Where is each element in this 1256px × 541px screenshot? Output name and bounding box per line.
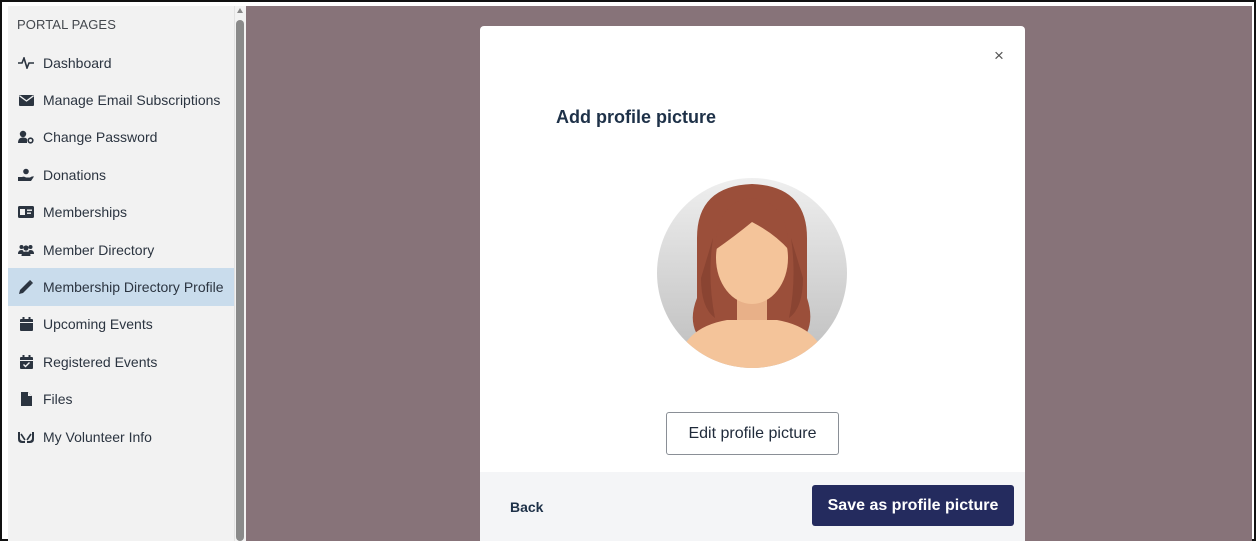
heartbeat-icon [18,55,34,71]
sidebar-item-label: Membership Directory Profile [43,279,224,296]
sidebar-item-files[interactable]: Files [8,381,234,418]
edit-profile-picture-button[interactable]: Edit profile picture [666,412,839,455]
sidebar-item-dashboard[interactable]: Dashboard [8,44,234,81]
back-link[interactable]: Back [510,499,543,515]
sidebar-scrollbar[interactable] [234,6,246,541]
sidebar-item-change-password[interactable]: Change Password [8,119,234,156]
sidebar-item-label: My Volunteer Info [43,428,152,445]
close-button[interactable]: × [989,46,1009,66]
sidebar-item-volunteer-info[interactable]: My Volunteer Info [8,418,234,455]
sidebar-item-label: Files [43,391,73,408]
sidebar-item-email-subscriptions[interactable]: Manage Email Subscriptions [8,81,234,118]
add-profile-picture-dialog: × Add profile picture Edit profile pictu… [480,26,1025,541]
calendar-icon [18,316,34,332]
sidebar-item-label: Memberships [43,204,128,221]
user-key-icon [18,129,34,145]
default-avatar-icon [657,178,847,368]
sidebar-item-memberships[interactable]: Memberships [8,194,234,231]
sidebar-item-label: Dashboard [43,54,112,71]
sidebar-item-registered-events[interactable]: Registered Events [8,343,234,380]
sidebar-item-membership-directory-profile[interactable]: Membership Directory Profile [8,268,234,306]
sidebar: PORTAL PAGES Dashboard Manage Email Subs… [8,6,234,541]
sidebar-nav: Dashboard Manage Email Subscriptions Cha… [8,44,234,455]
file-icon [18,391,34,407]
sidebar-item-label: Donations [43,166,107,183]
save-as-profile-picture-button[interactable]: Save as profile picture [812,485,1014,526]
calendar-check-icon [18,354,34,370]
pencil-icon [18,279,34,295]
sidebar-item-label: Change Password [43,129,158,146]
sidebar-item-label: Member Directory [43,241,155,258]
sidebar-item-label: Upcoming Events [43,316,153,333]
hand-holding-icon [18,167,34,183]
sidebar-heading: PORTAL PAGES [17,17,116,32]
dialog-title: Add profile picture [556,107,717,127]
scroll-up-arrow-icon[interactable] [237,8,243,13]
sidebar-item-member-directory[interactable]: Member Directory [8,231,234,268]
id-card-icon [18,204,34,220]
sidebar-item-label: Registered Events [43,353,158,370]
sidebar-item-donations[interactable]: Donations [8,156,234,193]
sidebar-item-label: Manage Email Subscriptions [43,92,221,109]
users-icon [18,242,34,258]
dialog-footer: Back Save as profile picture [480,472,1025,541]
scrollbar-thumb[interactable] [236,20,244,541]
envelope-icon [18,92,34,108]
hands-icon [18,429,34,445]
sidebar-item-upcoming-events[interactable]: Upcoming Events [8,306,234,343]
